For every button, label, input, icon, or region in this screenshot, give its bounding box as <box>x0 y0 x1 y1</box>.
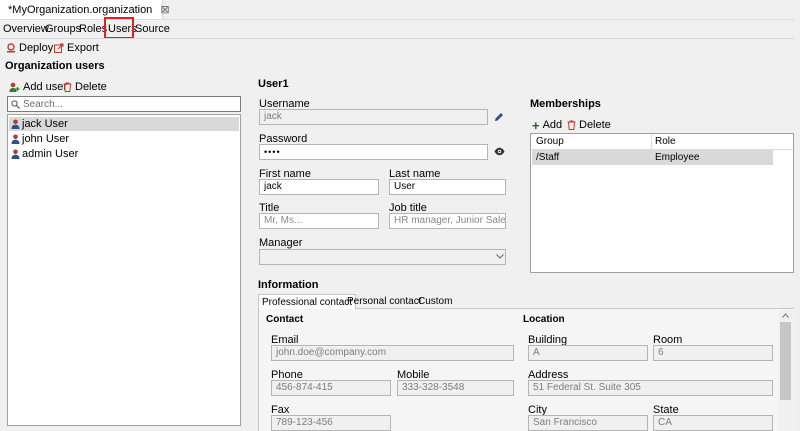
contact-title: Contact <box>266 314 304 325</box>
first-name-field[interactable]: jack <box>259 179 379 195</box>
state-field[interactable]: CA <box>653 415 773 431</box>
add-user-button[interactable]: Add user <box>9 80 67 94</box>
export-icon <box>54 43 64 53</box>
deploy-icon <box>7 43 15 53</box>
user-name: john User <box>22 133 70 145</box>
city-field[interactable]: San Francisco <box>528 415 648 431</box>
add-membership-button[interactable]: + Add <box>532 117 563 133</box>
location-title: Location <box>523 314 565 325</box>
title-field[interactable]: Mr, Ms... <box>259 213 379 229</box>
tab-users-highlight <box>104 17 134 39</box>
tab-custom[interactable]: Custom <box>415 294 455 309</box>
username-field[interactable]: jack <box>259 109 488 125</box>
manager-label: Manager <box>259 237 303 249</box>
list-item[interactable]: admin User <box>9 147 239 161</box>
information-panel <box>258 309 794 431</box>
column-header-role[interactable]: Role <box>655 134 676 149</box>
delete-membership-label: Delete <box>579 119 611 131</box>
edit-pencil-icon[interactable] <box>494 112 504 122</box>
editor-tab-title: *MyOrganization.organization <box>8 3 153 16</box>
add-user-icon <box>9 82 20 92</box>
delete-membership-button[interactable]: Delete <box>567 119 611 131</box>
divider <box>0 38 800 39</box>
window-edge <box>794 0 800 431</box>
search-icon <box>11 99 20 109</box>
user-icon <box>11 119 20 129</box>
close-tab-icon[interactable]: ⊠ <box>160 3 169 16</box>
search-input[interactable]: Search... <box>7 96 241 112</box>
memberships-table[interactable]: Group Role /Staff Employee <box>530 133 794 273</box>
chevron-down-icon[interactable] <box>496 254 504 259</box>
fax-field[interactable]: 789-123-456 <box>271 415 391 431</box>
job-title-field[interactable]: HR manager, Junior Sales... <box>389 213 506 229</box>
scrollbar-thumb[interactable] <box>780 322 791 400</box>
building-field[interactable]: A <box>528 345 648 361</box>
email-field[interactable]: john.doe@company.com <box>271 345 514 361</box>
user-name: jack User <box>22 118 68 130</box>
deploy-button[interactable]: Deploy <box>6 41 53 55</box>
delete-user-button[interactable]: Delete <box>63 80 107 94</box>
user-form-title: User1 <box>258 78 289 90</box>
tab-roles[interactable]: Roles <box>79 20 107 38</box>
table-row[interactable]: /Staff Employee <box>532 150 773 165</box>
trash-icon <box>567 120 576 130</box>
memberships-title: Memberships <box>530 98 601 110</box>
room-field[interactable]: 6 <box>653 345 773 361</box>
user-list[interactable]: jack User john User admin User <box>7 114 241 426</box>
export-button[interactable]: Export <box>54 41 99 55</box>
section-title: Organization users <box>5 60 105 72</box>
information-title: Information <box>258 279 319 291</box>
column-divider <box>651 134 652 150</box>
trash-icon <box>63 82 72 92</box>
editor-tab[interactable]: *MyOrganization.organization ⊠ <box>0 0 170 19</box>
add-user-label: Add user <box>23 81 68 93</box>
user-icon <box>11 149 20 159</box>
show-password-eye-icon[interactable] <box>494 147 505 156</box>
export-label: Export <box>67 42 99 54</box>
last-name-field[interactable]: User <box>389 179 506 195</box>
membership-group: /Staff <box>536 152 560 163</box>
tab-personal-contact[interactable]: Personal contact <box>344 294 425 309</box>
user-name: admin User <box>22 148 79 160</box>
add-membership-label: Add <box>542 119 563 131</box>
manager-select[interactable] <box>259 249 506 265</box>
list-item[interactable]: jack User <box>9 117 239 131</box>
phone-field[interactable]: 456-874-415 <box>271 380 391 396</box>
address-field[interactable]: 51 Federal St. Suite 305 <box>528 380 773 396</box>
deploy-label: Deploy <box>19 42 54 54</box>
search-placeholder: Search... <box>23 98 64 110</box>
column-header-group[interactable]: Group <box>536 134 564 149</box>
password-field[interactable]: •••• <box>259 144 488 160</box>
tab-overview[interactable]: Overview <box>3 20 49 38</box>
list-item[interactable]: john User <box>9 132 239 146</box>
mobile-field[interactable]: 333-328-3548 <box>397 380 514 396</box>
tab-source[interactable]: Source <box>135 20 170 38</box>
plus-icon: + <box>532 117 540 133</box>
user-icon <box>11 134 20 144</box>
tab-groups[interactable]: Groups <box>45 20 81 38</box>
scroll-up-icon[interactable] <box>782 313 789 318</box>
delete-label: Delete <box>75 81 107 93</box>
membership-role: Employee <box>655 152 700 163</box>
tab-professional-contact[interactable]: Professional contact <box>258 294 357 309</box>
table-header: Group Role <box>531 134 793 150</box>
